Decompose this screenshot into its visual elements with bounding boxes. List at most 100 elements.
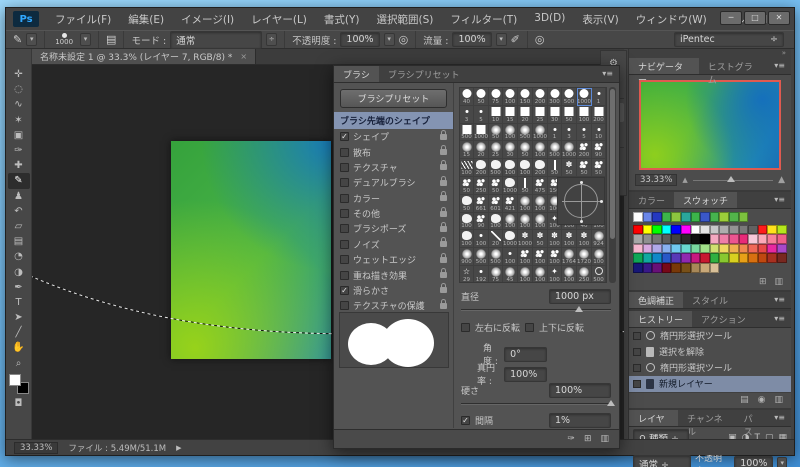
navigator-zoom-value[interactable]: 33.33% (635, 174, 677, 186)
pressure-opacity-icon[interactable]: ◎ (399, 33, 409, 46)
brush-tip-cell[interactable]: 45 (503, 266, 518, 283)
delete-swatch-icon[interactable]: ▥ (774, 277, 783, 287)
lasso-tool[interactable]: ∿ (8, 97, 30, 112)
color-swatch[interactable] (671, 212, 681, 222)
brush-tip-cell[interactable]: 1 (548, 124, 562, 142)
brush-tip-cell[interactable]: 500 (460, 124, 474, 142)
color-swatch[interactable] (671, 263, 681, 273)
brush-tip-cell[interactable]: 50 (489, 177, 503, 195)
color-swatch[interactable] (729, 225, 739, 235)
brush-tip-cell[interactable]: 661 (474, 195, 489, 213)
brush-tip-cell[interactable]: 500 (592, 266, 606, 283)
foreground-color-swatch[interactable] (9, 374, 21, 386)
brush-tip-cell[interactable]: 500 (548, 141, 562, 159)
tab-ヒストグラム[interactable]: ヒストグラム (699, 58, 769, 74)
menu-item[interactable]: ファイル(F) (47, 9, 119, 30)
brush-tip-cell[interactable]: 90 (474, 213, 489, 231)
color-swatch[interactable] (691, 253, 701, 263)
zoom-tool[interactable]: ⌕ (8, 356, 30, 371)
color-swatch[interactable] (671, 253, 681, 263)
brush-tip-cell[interactable]: 100 (460, 213, 474, 231)
navigator-zoom-slider[interactable] (693, 180, 773, 181)
brush-option-散布[interactable]: 散布 (334, 144, 453, 159)
opacity-arrow[interactable]: ▾ (384, 33, 395, 46)
brush-tip-cell[interactable]: 100 (518, 195, 533, 213)
brush-tip-cell[interactable]: 20 (518, 106, 533, 124)
history-source-checkbox[interactable] (633, 364, 641, 372)
color-swatch[interactable] (671, 225, 681, 235)
color-swatch[interactable] (652, 234, 662, 244)
brush-tip-cell[interactable]: 100 (562, 266, 577, 283)
blur-tool[interactable]: ◔ (8, 249, 30, 264)
color-swatch[interactable] (710, 253, 720, 263)
brush-option-重ね描き効果[interactable]: 重ね描き効果 (334, 267, 453, 282)
tab-色調補正[interactable]: 色調補正 (629, 292, 683, 308)
menu-item[interactable]: 3D(D) (526, 9, 573, 30)
color-swatch[interactable] (643, 234, 653, 244)
brush-tool[interactable]: ✎ (8, 173, 30, 188)
brush-tip-cell[interactable]: 75 (489, 88, 503, 106)
brush-option-checkbox[interactable] (340, 209, 349, 218)
color-swatch[interactable] (662, 263, 672, 273)
brush-option-ブラシポーズ[interactable]: ブラシポーズ (334, 221, 453, 236)
airbrush-icon[interactable]: ✐ (511, 33, 520, 46)
brush-tip-cell[interactable]: 200 (474, 159, 489, 177)
color-swatch[interactable] (633, 263, 643, 273)
new-doc-from-state-icon[interactable]: ▤ (740, 395, 749, 405)
color-swatch[interactable] (691, 234, 701, 244)
tab-ブラシ[interactable]: ブラシ (334, 66, 379, 82)
brush-tip-cell[interactable]: 200 (533, 88, 548, 106)
color-swatch[interactable] (739, 212, 749, 222)
brush-tip-cell[interactable]: ✽100 (577, 230, 592, 248)
brush-tip-cell[interactable]: 5 (577, 124, 592, 142)
panel-menu-icon[interactable]: ▾≡ (768, 192, 791, 208)
color-swatch[interactable] (710, 244, 720, 254)
color-swatch[interactable] (691, 263, 701, 273)
angle-input[interactable]: 0° (504, 347, 547, 362)
eyedropper-tool[interactable]: ✑ (8, 143, 30, 158)
brush-tip-cell[interactable]: 100 (592, 248, 606, 266)
color-swatch[interactable] (767, 244, 777, 254)
color-swatch[interactable] (671, 234, 681, 244)
brush-tip-cell[interactable]: 250 (474, 177, 489, 195)
pressure-size-icon[interactable]: ◎ (535, 33, 545, 46)
shape-tool[interactable]: ╱ (8, 325, 30, 340)
brush-tip-cell[interactable]: ✽1000 (518, 230, 533, 248)
brush-option-ノイズ[interactable]: ノイズ (334, 237, 453, 252)
mode-select[interactable]: 通常 (170, 31, 262, 49)
brush-tip-cell[interactable]: 100 (503, 159, 518, 177)
panel-menu-icon[interactable]: ▾≡ (768, 410, 791, 426)
brush-tip-cell[interactable]: 300 (548, 88, 562, 106)
brush-option-デュアルブラシ[interactable]: デュアルブラシ (334, 175, 453, 190)
brush-option-checkbox[interactable]: ✓ (340, 132, 349, 141)
brush-option-checkbox[interactable] (340, 178, 349, 187)
brush-tip-cell[interactable]: 500 (518, 124, 533, 142)
color-swatch[interactable] (748, 244, 758, 254)
navigator-proxy-view[interactable] (639, 80, 781, 170)
color-swatch[interactable] (691, 212, 701, 222)
brush-tip-cell[interactable]: 3 (562, 124, 577, 142)
panel-menu-icon[interactable]: ▾≡ (768, 292, 791, 308)
brush-tip-cell[interactable]: 1000 (503, 230, 518, 248)
brush-tip-cell[interactable]: 5 (474, 106, 489, 124)
brush-tip-cell[interactable]: 100 (518, 248, 533, 266)
status-zoom-input[interactable]: 33.33% (14, 442, 58, 454)
brush-tip-cell[interactable]: 100 (548, 248, 562, 266)
brush-tip-cell[interactable]: 100 (489, 213, 503, 231)
color-swatch[interactable] (691, 225, 701, 235)
brush-tip-cell[interactable]: 500 (489, 248, 503, 266)
brush-tip-cell[interactable]: 40 (460, 88, 474, 106)
delete-state-icon[interactable]: ▥ (774, 395, 783, 405)
brush-tip-cell[interactable]: 200 (592, 106, 606, 124)
gradient-tool[interactable]: ▤ (8, 234, 30, 249)
brush-tip-cell[interactable]: 421 (503, 195, 518, 213)
brush-tip-cell[interactable]: 15 (503, 106, 518, 124)
color-swatch[interactable] (767, 225, 777, 235)
color-swatch[interactable] (652, 253, 662, 263)
brush-option-カラー[interactable]: カラー (334, 191, 453, 206)
brush-tip-cell[interactable]: 1000 (577, 88, 592, 106)
blend-mode-select[interactable]: 通常 ÷ (633, 455, 691, 467)
brush-tip-cell[interactable]: 100 (533, 195, 548, 213)
tab-カラー[interactable]: カラー (629, 192, 674, 208)
spacing-checkbox[interactable]: ✓ (461, 416, 470, 425)
